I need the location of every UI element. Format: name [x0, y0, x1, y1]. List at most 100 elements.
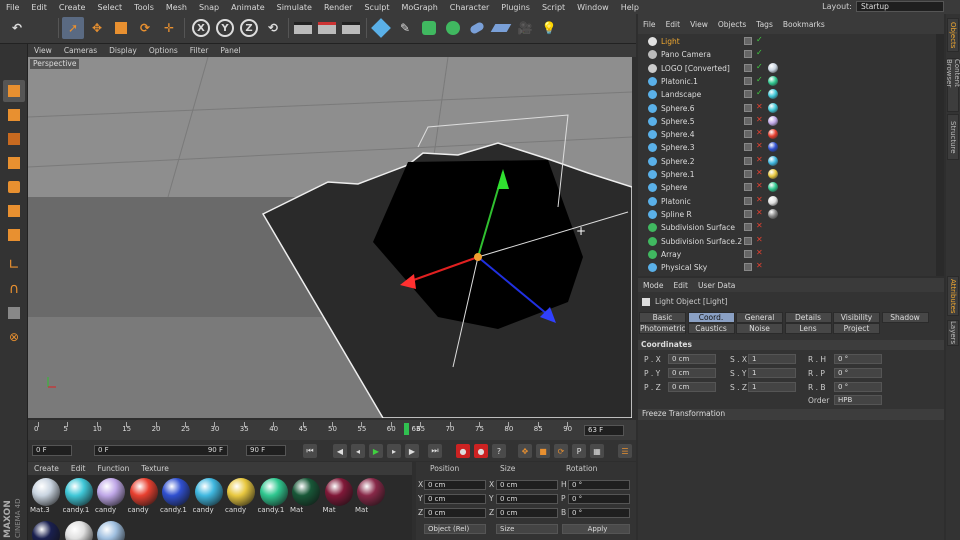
points-mode-icon[interactable] — [3, 176, 25, 198]
position-z-field[interactable]: 0 cm — [424, 508, 486, 518]
cube-primitive-icon[interactable] — [370, 17, 392, 39]
object-row[interactable]: Light ✓ — [638, 35, 936, 48]
model-mode-icon[interactable] — [3, 104, 25, 126]
viewport-menu-cameras[interactable]: Cameras — [58, 46, 103, 55]
object-row[interactable]: Platonic.1 ✓ — [638, 75, 936, 88]
object-menu-bookmarks[interactable]: Bookmarks — [778, 20, 830, 29]
object-menu-tags[interactable]: Tags — [751, 20, 778, 29]
scale-tool-icon[interactable] — [110, 17, 132, 39]
record-keys-icon[interactable]: ● — [456, 444, 470, 458]
menu-select[interactable]: Select — [91, 3, 128, 12]
previous-key-icon[interactable]: ◀ — [333, 444, 347, 458]
coordinate-mode-select[interactable]: Object (Rel) — [424, 524, 486, 534]
side-tab-objects[interactable]: Objects — [947, 18, 959, 52]
size-mode-select[interactable]: Size — [496, 524, 558, 534]
z-axis-lock-button[interactable]: Z — [240, 19, 258, 37]
attribute-menu-user-data[interactable]: User Data — [693, 281, 740, 290]
visibility-toggle[interactable] — [744, 103, 752, 112]
side-tab-content-browser[interactable]: Content Browser — [945, 58, 960, 112]
object-row[interactable]: Sphere ✕ — [638, 181, 936, 194]
enable-check-icon[interactable]: ✕ — [756, 248, 763, 257]
menu-help[interactable]: Help — [615, 3, 645, 12]
size-x-field[interactable]: 0 cm — [496, 480, 558, 490]
material-tag-icon[interactable] — [768, 75, 778, 86]
object-row[interactable]: Sphere.3 ✕ — [638, 141, 936, 154]
object-row[interactable]: Spline R ✕ — [638, 208, 936, 221]
attribute-menu-mode[interactable]: Mode — [638, 281, 668, 290]
rotation-order-select[interactable]: HPB — [834, 395, 882, 405]
perspective-viewport[interactable]: + Perspective — [28, 57, 632, 418]
side-tab-structure[interactable]: Structure — [947, 114, 959, 160]
material-tag-icon[interactable] — [768, 89, 778, 100]
size-z-field[interactable]: 0 cm — [496, 508, 558, 518]
enable-check-icon[interactable]: ✕ — [756, 261, 763, 270]
material-tag-icon[interactable] — [768, 155, 778, 166]
workplane-mode-icon[interactable] — [3, 152, 25, 174]
key-position-icon[interactable]: ✥ — [518, 444, 532, 458]
go-to-start-icon[interactable]: ⏮ — [303, 444, 317, 458]
visibility-toggle[interactable] — [744, 50, 752, 59]
size-y-field[interactable]: 0 cm — [496, 494, 558, 504]
subdivision-surface-icon[interactable] — [418, 17, 440, 39]
go-to-end-icon[interactable]: ⏭ — [428, 444, 442, 458]
side-tab-attributes[interactable]: Attributes — [947, 276, 959, 316]
material-tag-icon[interactable] — [768, 169, 778, 179]
y-axis-lock-button[interactable]: Y — [216, 19, 234, 37]
key-parameter-icon[interactable]: P — [572, 444, 586, 458]
visibility-toggle[interactable] — [744, 130, 752, 139]
material-swatch[interactable]: candy — [95, 478, 127, 514]
tab-basic[interactable]: Basic — [639, 312, 686, 323]
render-picture-viewer-icon[interactable] — [316, 17, 338, 39]
material-swatch[interactable]: candy.1 — [160, 478, 192, 514]
material-menu-function[interactable]: Function — [91, 464, 135, 473]
attribute-value-field[interactable]: 1 — [748, 382, 796, 392]
tab-visibility[interactable]: Visibility — [833, 312, 880, 323]
material-swatch[interactable]: candy — [128, 478, 160, 514]
object-manager-scrollbar[interactable] — [936, 34, 944, 276]
menu-window[interactable]: Window — [571, 3, 615, 12]
menu-simulate[interactable]: Simulate — [271, 3, 318, 12]
material-tag-icon[interactable] — [768, 62, 778, 73]
texture-mode-icon[interactable] — [3, 128, 25, 150]
x-axis-lock-button[interactable]: X — [192, 19, 210, 37]
attribute-value-field[interactable]: 0 cm — [668, 354, 716, 364]
current-frame-marker[interactable] — [404, 423, 410, 435]
tab-lens[interactable]: Lens — [784, 323, 832, 334]
visibility-toggle[interactable] — [744, 116, 752, 125]
enable-check-icon[interactable]: ✕ — [756, 115, 763, 124]
material-swatch[interactable]: candy.1 — [258, 478, 290, 514]
polygons-mode-icon[interactable] — [3, 224, 25, 246]
visibility-toggle[interactable] — [744, 263, 752, 272]
material-tag-icon[interactable] — [768, 182, 778, 193]
object-row[interactable]: Sphere.2 ✕ — [638, 155, 936, 168]
rotate-tool-icon[interactable]: ⟳ — [134, 17, 156, 39]
visibility-toggle[interactable] — [744, 63, 752, 72]
material-menu-texture[interactable]: Texture — [135, 464, 174, 473]
enable-check-icon[interactable]: ✓ — [756, 75, 763, 84]
play-forward-icon[interactable]: ▶ — [369, 444, 383, 458]
tab-noise[interactable]: Noise — [736, 323, 783, 334]
visibility-toggle[interactable] — [744, 223, 752, 232]
viewport-menu-view[interactable]: View — [28, 46, 58, 55]
visibility-toggle[interactable] — [744, 76, 752, 85]
coordinate-system-icon[interactable]: ⟲ — [262, 17, 284, 39]
object-row[interactable]: Landscape ✓ — [638, 88, 936, 101]
cloner-icon[interactable] — [442, 17, 464, 39]
viewport-menu-options[interactable]: Options — [143, 46, 184, 55]
attribute-value-field[interactable]: 0 cm — [668, 368, 716, 378]
tab-project[interactable]: Project — [833, 323, 880, 334]
rotation-b-field[interactable]: 0 ° — [568, 508, 630, 518]
position-y-field[interactable]: 0 cm — [424, 494, 486, 504]
visibility-toggle[interactable] — [744, 143, 752, 152]
camera-icon[interactable]: 🎥 — [514, 17, 536, 39]
object-row[interactable]: Sphere.4 ✕ — [638, 128, 936, 141]
edges-mode-icon[interactable] — [3, 200, 25, 222]
keyframe-selection-icon[interactable]: ? — [492, 444, 506, 458]
menu-plugins[interactable]: Plugins — [495, 3, 536, 12]
attribute-value-field[interactable]: 1 — [748, 368, 796, 378]
object-row[interactable]: Sphere.1 ✕ — [638, 168, 936, 181]
material-tag-icon[interactable] — [768, 142, 778, 153]
material-swatch[interactable]: Mat.3 — [30, 478, 62, 514]
next-key-icon[interactable]: ▶ — [405, 444, 419, 458]
menu-character[interactable]: Character — [444, 3, 496, 12]
